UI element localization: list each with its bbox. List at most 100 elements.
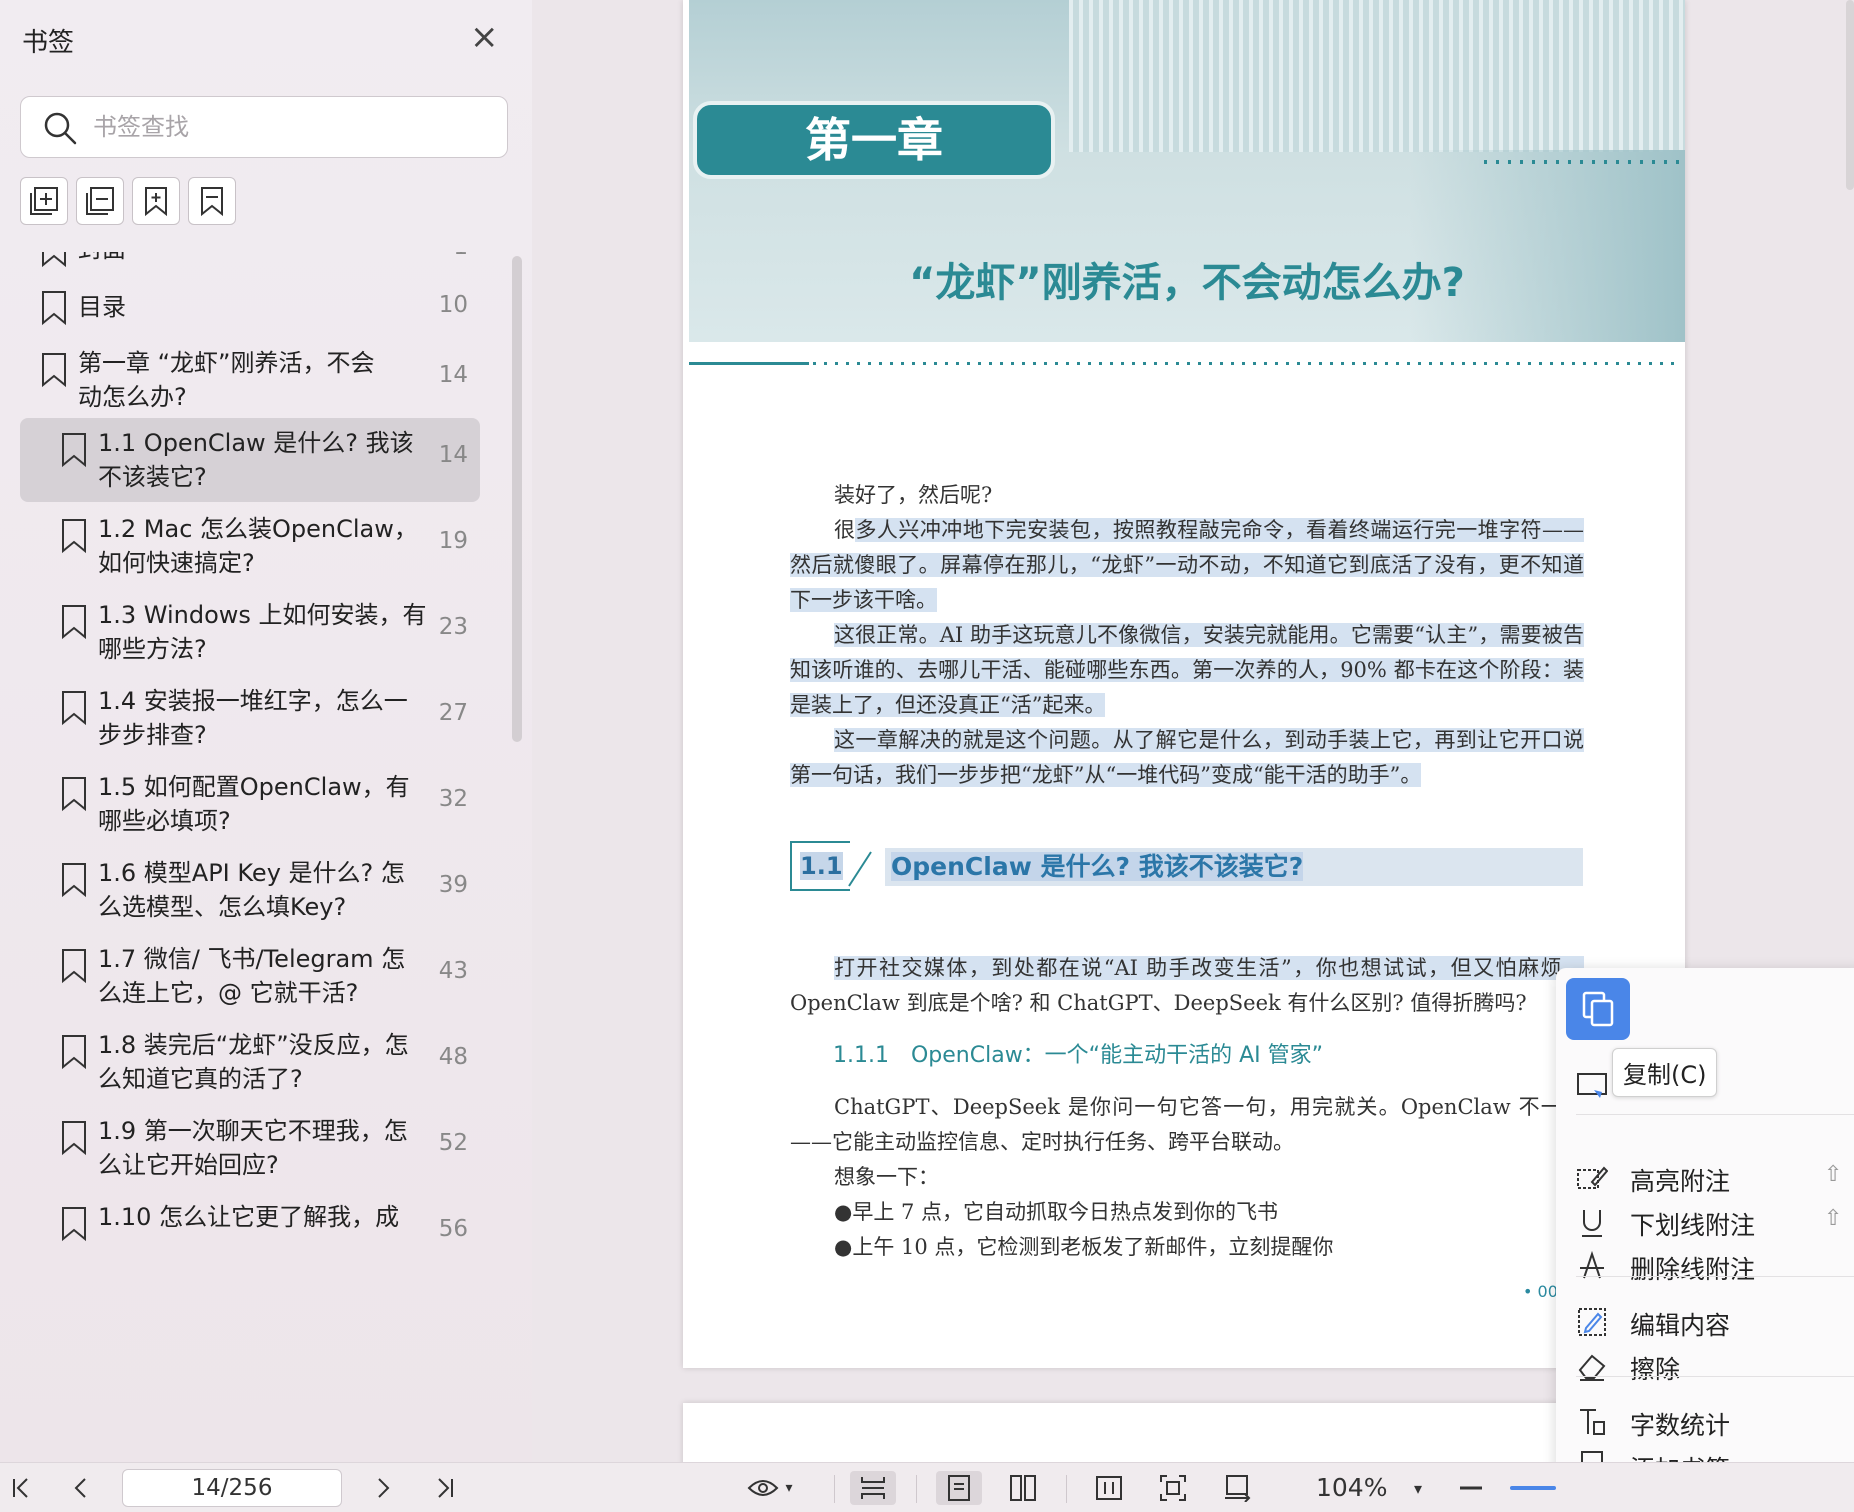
- bookmark-label: 第一章 “龙虾”刚养活，不会动怎么办?: [78, 349, 375, 411]
- bookmark-item[interactable]: 1.4 安装报一堆红字，怎么一步步排查? 27: [20, 676, 480, 760]
- context-menu-item[interactable]: 高亮附注 ⇧: [1576, 1156, 1854, 1200]
- bookmark-page-number: 1: [408, 252, 468, 260]
- rotate-page-icon: [1225, 1475, 1251, 1502]
- close-icon[interactable]: ×: [470, 20, 499, 54]
- comment-icon[interactable]: [1576, 1068, 1610, 1102]
- zoom-out-button[interactable]: [1456, 1471, 1486, 1505]
- chevron-left-icon: [74, 1478, 86, 1498]
- single-page-button[interactable]: [936, 1471, 982, 1505]
- highlight-icon: [1577, 1166, 1608, 1189]
- bookmark-search-box[interactable]: [20, 96, 508, 158]
- bookmark-page-number: 32: [438, 786, 468, 812]
- page-number-input[interactable]: 14/256: [122, 1469, 342, 1507]
- bookmark-item[interactable]: 1.5 如何配置OpenClaw，有哪些必填项? 32: [20, 762, 480, 846]
- bookmark-item[interactable]: 1.10 怎么让它更了解我，成 56: [20, 1192, 480, 1276]
- chapter-title: “龙虾”刚养活，不会动怎么办?: [909, 260, 1465, 306]
- bookmark-page-number: 10: [438, 292, 468, 318]
- zoom-level[interactable]: 104%: [1316, 1473, 1387, 1502]
- bullet-item[interactable]: ●上午 10 点，它检测到老板发了新邮件，立刻提醒你: [790, 1230, 1584, 1265]
- paragraph-2[interactable]: 这很正常。AI 助手这玩意儿不像微信，安装完就能用。它需要“认主”，需要被告知该…: [790, 618, 1584, 723]
- context-menu-item[interactable]: 字数统计: [1576, 1400, 1854, 1444]
- zoom-dropdown-button[interactable]: ▾: [1406, 1471, 1430, 1505]
- bookmark-item[interactable]: 第一章 “龙虾”刚养活，不会动怎么办? 14: [20, 338, 480, 422]
- collapse-all-button[interactable]: [76, 177, 124, 225]
- bookmark-item[interactable]: 1.6 模型API Key 是什么? 怎么选模型、怎么填Key? 39: [20, 848, 480, 932]
- continuous-scroll-button[interactable]: [850, 1471, 896, 1505]
- add-bookmark-button[interactable]: [132, 177, 180, 225]
- bookmark-icon: [62, 605, 86, 640]
- copy-tooltip: 复制(C): [1612, 1048, 1718, 1097]
- search-icon: [44, 112, 77, 145]
- first-page-button[interactable]: [6, 1471, 36, 1505]
- bookmark-item[interactable]: 目录 10: [20, 280, 480, 336]
- fit-width-button[interactable]: [1086, 1471, 1132, 1505]
- bookmark-item[interactable]: 1.3 Windows 上如何安装，有哪些方法? 23: [20, 590, 480, 674]
- paragraph-6[interactable]: 想象一下：: [790, 1160, 1584, 1195]
- bookmark-icon: [62, 949, 86, 984]
- banner-gradient: [1409, 150, 1685, 342]
- bookmark-label: 1.2 Mac 怎么装OpenClaw，如何快速搞定?: [98, 515, 418, 577]
- bookmark-label: 1.3 Windows 上如何安装，有哪些方法?: [98, 601, 427, 663]
- bookmark-item[interactable]: 1.7 微信/ 飞书/Telegram 怎么连上它，@ 它就干活? 43: [20, 934, 480, 1018]
- word-count-icon: [1580, 1409, 1605, 1435]
- paragraph-1[interactable]: 很多人兴冲冲地下完安装包，按照教程敲完命令，看着终端运行完一堆字符——然后就傻眼…: [790, 513, 1585, 618]
- sidebar-scrollbar[interactable]: [512, 256, 522, 742]
- context-menu-item[interactable]: 删除线附注: [1576, 1244, 1854, 1288]
- copy-button[interactable]: [1566, 978, 1630, 1040]
- minus-icon: [1460, 1486, 1482, 1490]
- context-menu-item[interactable]: 编辑内容: [1576, 1300, 1854, 1344]
- bookmark-item[interactable]: 1.9 第一次聊天它不理我，怎么让它开始回应? 52: [20, 1106, 480, 1190]
- prev-page-button[interactable]: [66, 1471, 96, 1505]
- chapter-badge: 第一章: [693, 101, 1055, 179]
- page-number: • 00: [1523, 1282, 1558, 1301]
- bookmark-search-input[interactable]: [93, 107, 483, 147]
- paragraph-5[interactable]: ChatGPT、DeepSeek 是你问一句它答一句，用完就关。OpenClaw…: [790, 1090, 1584, 1160]
- bookmark-item[interactable]: 1.8 装完后“龙虾”没反应，怎么知道它真的活了? 48: [20, 1020, 480, 1104]
- document-scrollbar[interactable]: [1846, 0, 1854, 190]
- section-title[interactable]: OpenClaw 是什么? 我该不该装它?: [885, 848, 1583, 886]
- section-number-box: 1.1: [790, 841, 850, 891]
- fit-page-button[interactable]: [1150, 1471, 1196, 1505]
- context-menu-label: 下划线附注: [1630, 1211, 1756, 1240]
- expand-all-icon: [30, 187, 58, 215]
- paragraph-4-rest: OpenClaw 到底是个啥? 和 ChatGPT、DeepSeek 有什么区别…: [790, 991, 1527, 1015]
- bookmark-page-number: 23: [438, 614, 468, 640]
- next-page-button[interactable]: [368, 1471, 398, 1505]
- bookmark-page-number: 48: [438, 1044, 468, 1070]
- two-page-button[interactable]: [1000, 1471, 1046, 1505]
- bookmark-icon: [62, 433, 86, 468]
- bookmark-item[interactable]: 封面 1: [20, 252, 480, 278]
- bookmark-page-number: 43: [438, 958, 468, 984]
- title-rule: [689, 362, 809, 365]
- view-mode-button[interactable]: ▾: [740, 1471, 800, 1505]
- section-number: 1.1: [800, 852, 843, 880]
- context-menu-label: 擦除: [1630, 1355, 1681, 1384]
- bookmark-button[interactable]: [188, 177, 236, 225]
- bookmark-item[interactable]: 1.1 OpenClaw 是什么? 我该不该装它? 14: [20, 418, 480, 502]
- last-page-button[interactable]: [430, 1471, 460, 1505]
- bookmark-page-number: 39: [438, 872, 468, 898]
- sidebar-title: 书签: [22, 28, 75, 58]
- bookmark-icon: [62, 1121, 86, 1156]
- paragraph-4[interactable]: 打开社交媒体，到处都在说“AI 助手改变生活”，你也想试试，但又怕麻烦。 Open…: [790, 951, 1584, 1021]
- paragraph-1-lead: 很: [834, 518, 856, 542]
- bookmark-icon: [62, 519, 86, 554]
- chevron-down-icon: ▾: [785, 1480, 793, 1496]
- context-menu-item[interactable]: 下划线附注 ⇧: [1576, 1200, 1854, 1244]
- context-menu-item[interactable]: 擦除: [1576, 1344, 1854, 1388]
- menu-separator: [1576, 1276, 1854, 1277]
- eye-icon: [748, 1480, 779, 1496]
- rotate-button[interactable]: [1214, 1471, 1260, 1505]
- bookmark-list: 封面1目录10第一章 “龙虾”刚养活，不会动怎么办?141.1 OpenClaw…: [20, 252, 482, 1452]
- paragraph-3[interactable]: 这一章解决的就是这个问题。从了解它是什么，到动手装上它，再到让它开口说第一句话，…: [790, 723, 1584, 793]
- context-menu-label: 高亮附注: [1630, 1167, 1731, 1196]
- bookmark-item[interactable]: 1.2 Mac 怎么装OpenClaw，如何快速搞定? 19: [20, 504, 480, 588]
- section-slash-decoration: [848, 851, 872, 887]
- bookmark-add-icon: [145, 187, 167, 217]
- menu-separator: [1576, 1376, 1854, 1377]
- expand-all-button[interactable]: [20, 177, 68, 225]
- bullet-item[interactable]: ●早上 7 点，它自动抓取今日热点发到你的飞书: [790, 1195, 1584, 1230]
- edit-icon: [1578, 1308, 1606, 1336]
- zoom-slider[interactable]: [1510, 1486, 1556, 1490]
- bookmark-page-number: 52: [438, 1130, 468, 1156]
